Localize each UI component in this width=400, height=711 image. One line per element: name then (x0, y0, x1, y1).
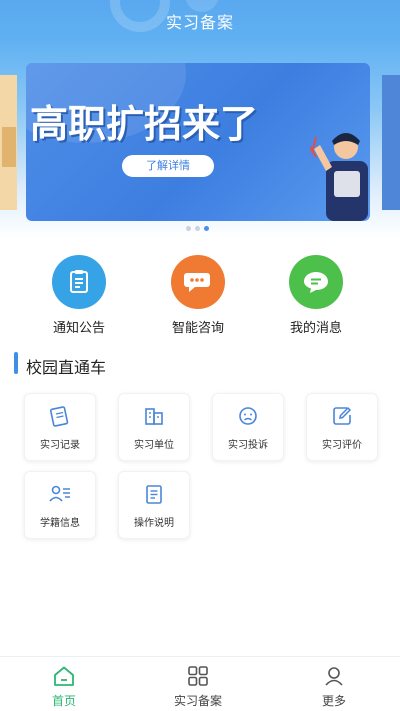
grid-icon (153, 663, 243, 689)
chat-icon (171, 255, 225, 309)
service-student-info[interactable]: 学籍信息 (24, 471, 96, 539)
quick-action-notice[interactable]: 通知公告 (24, 255, 134, 336)
banner-prev-slide[interactable] (0, 75, 17, 210)
service-label: 学籍信息 (40, 518, 80, 529)
complaint-icon (213, 405, 283, 427)
quick-action-label: 我的消息 (289, 321, 342, 336)
page-title: 实习备案 (165, 13, 234, 32)
section-accent-bar (14, 352, 18, 374)
carousel-dot[interactable] (186, 226, 191, 231)
banner-headline: 高职扩招来了 (30, 102, 259, 146)
section-title: 校园直通车 (26, 358, 107, 377)
building-icon (119, 405, 189, 427)
carousel-dot[interactable] (195, 226, 200, 231)
banner-next-slide[interactable] (382, 75, 400, 210)
student-illustration (310, 133, 368, 221)
student-info-icon (25, 483, 95, 505)
quick-action-label: 智能咨询 (171, 321, 224, 336)
document-icon (119, 483, 189, 505)
banner-slide[interactable]: 高职扩招来了 了解详情 (26, 63, 370, 221)
quick-action-label: 通知公告 (52, 321, 105, 336)
carousel-dot-active[interactable] (204, 226, 209, 231)
service-internship-evaluation[interactable]: 实习评价 (306, 393, 378, 461)
tab-label: 实习备案 (173, 694, 222, 708)
edit-icon (307, 405, 377, 427)
service-label: 实习投诉 (228, 440, 268, 451)
service-internship-complaint[interactable]: 实习投诉 (212, 393, 284, 461)
service-internship-unit[interactable]: 实习单位 (118, 393, 190, 461)
home-icon (19, 663, 109, 689)
bottom-navigation: 首页 实习备案 更多 (0, 656, 400, 711)
service-internship-record[interactable]: 实习记录 (24, 393, 96, 461)
tab-home[interactable]: 首页 (19, 663, 109, 709)
tab-more[interactable]: 更多 (289, 663, 379, 709)
service-label: 实习单位 (134, 440, 174, 451)
learn-more-button[interactable]: 了解详情 (122, 155, 214, 177)
tab-label: 首页 (51, 694, 76, 708)
service-instructions[interactable]: 操作说明 (118, 471, 190, 539)
record-icon (25, 405, 95, 427)
quick-action-consult[interactable]: 智能咨询 (143, 255, 253, 336)
service-label: 实习记录 (40, 440, 80, 451)
user-icon (289, 663, 379, 689)
tab-internship-filing[interactable]: 实习备案 (153, 663, 243, 709)
service-label: 操作说明 (134, 518, 174, 529)
message-icon (289, 255, 343, 309)
notice-icon (52, 255, 106, 309)
tab-label: 更多 (321, 694, 346, 708)
service-label: 实习评价 (322, 440, 362, 451)
quick-action-messages[interactable]: 我的消息 (261, 255, 371, 336)
app-header: 实习备案 (0, 0, 400, 38)
